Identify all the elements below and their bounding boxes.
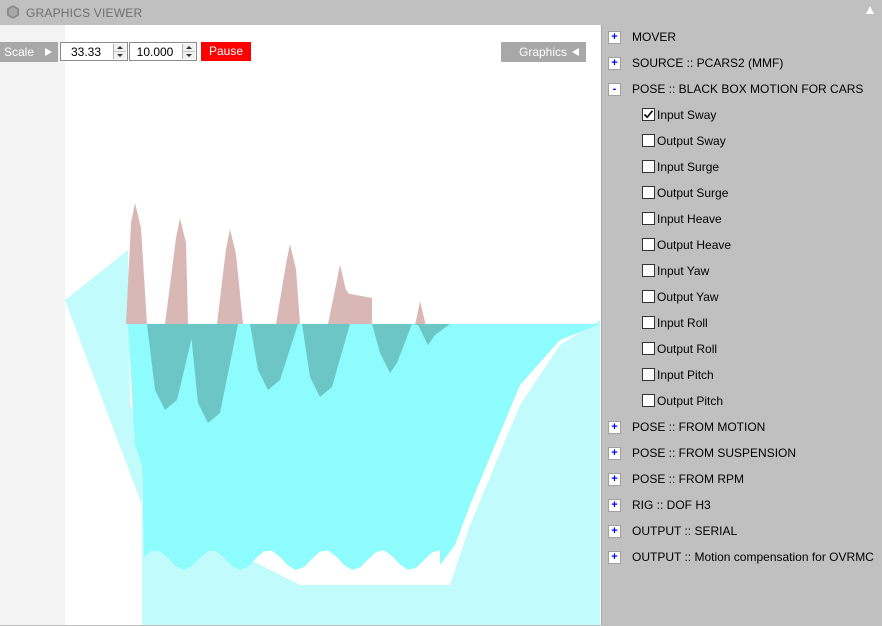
- channel-checkbox-row[interactable]: Input Roll: [602, 311, 882, 337]
- input-sway-peak-2: [217, 229, 243, 324]
- tree-section-label: POSE :: FROM SUSPENSION: [632, 446, 797, 460]
- tree-section-label: OUTPUT :: SERIAL: [632, 524, 738, 538]
- tree-section[interactable]: + MOVER: [602, 25, 882, 51]
- channel-label[interactable]: Output Heave: [657, 238, 731, 252]
- tree-section-label: POSE :: FROM RPM: [632, 472, 745, 486]
- tree-section[interactable]: + RIG :: DOF H3: [602, 493, 882, 519]
- channel-label[interactable]: Output Roll: [657, 342, 717, 356]
- collapse-left-arrow-icon: [572, 48, 579, 56]
- tree-section[interactable]: + OUTPUT :: Motion compensation for OVRMC: [602, 545, 882, 571]
- channel-checkbox[interactable]: [642, 108, 655, 121]
- channel-checkbox[interactable]: [642, 394, 655, 407]
- input-sway-tail: [340, 293, 372, 324]
- expand-icon[interactable]: +: [608, 499, 621, 512]
- spinner-up-icon[interactable]: [183, 44, 195, 52]
- tree-section-label: POSE :: BLACK BOX MOTION FOR CARS: [632, 82, 864, 96]
- motion-plot: [65, 203, 600, 625]
- channel-checkbox[interactable]: [642, 212, 655, 225]
- title-bar: GRAPHICS VIEWER: [0, 0, 882, 25]
- input-sway-peak-1: [165, 218, 188, 324]
- channel-checkbox-row[interactable]: Output Yaw: [602, 285, 882, 311]
- channel-checkbox[interactable]: [642, 290, 655, 303]
- channel-checkbox[interactable]: [642, 342, 655, 355]
- expand-icon[interactable]: +: [608, 421, 621, 434]
- scale-spinner[interactable]: [60, 42, 128, 61]
- channel-checkbox[interactable]: [642, 316, 655, 329]
- time-spinner[interactable]: [129, 42, 197, 61]
- channel-label[interactable]: Output Yaw: [657, 290, 719, 304]
- channel-checkbox[interactable]: [642, 238, 655, 251]
- tree-section-label: POSE :: FROM MOTION: [632, 420, 766, 434]
- spinner-buttons: [113, 44, 126, 59]
- channel-label[interactable]: Output Pitch: [657, 394, 723, 408]
- channel-checkbox-row[interactable]: Input Heave: [602, 207, 882, 233]
- channel-checkbox[interactable]: [642, 134, 655, 147]
- expand-icon[interactable]: +: [608, 447, 621, 460]
- tree-section-label: OUTPUT :: Motion compensation for OVRMC: [632, 550, 874, 564]
- pause-button[interactable]: Pause: [201, 42, 251, 61]
- channel-checkbox[interactable]: [642, 186, 655, 199]
- channel-checkbox-row[interactable]: Input Pitch: [602, 363, 882, 389]
- spinner-down-icon[interactable]: [114, 52, 126, 59]
- scale-toggle[interactable]: Scale: [0, 42, 58, 62]
- app-logo-icon: [7, 5, 19, 19]
- input-sway-peak-0: [126, 203, 147, 324]
- graphics-label: Graphics: [519, 45, 568, 59]
- tree-section[interactable]: - POSE :: BLACK BOX MOTION FOR CARS: [602, 77, 882, 103]
- checkmark-icon: [643, 110, 654, 119]
- channel-checkbox-row[interactable]: Input Surge: [602, 155, 882, 181]
- expand-icon[interactable]: +: [608, 473, 621, 486]
- channel-checkbox-row[interactable]: Output Heave: [602, 233, 882, 259]
- channel-checkbox-row[interactable]: Output Roll: [602, 337, 882, 363]
- window-title: GRAPHICS VIEWER: [26, 6, 143, 20]
- play-arrow-icon: [45, 48, 52, 56]
- channel-checkbox-row[interactable]: Output Surge: [602, 181, 882, 207]
- tree-section-label: RIG :: DOF H3: [632, 498, 711, 512]
- channel-checkbox-row[interactable]: Output Sway: [602, 129, 882, 155]
- tree-section[interactable]: + OUTPUT :: SERIAL: [602, 519, 882, 545]
- collapse-icon[interactable]: -: [608, 83, 621, 96]
- channel-checkbox[interactable]: [642, 160, 655, 173]
- spinner-buttons: [182, 44, 195, 59]
- collapse-panel-button[interactable]: [866, 6, 874, 14]
- channel-label[interactable]: Input Roll: [657, 316, 708, 330]
- channel-tree-panel: + MOVER + SOURCE :: PCARS2 (MMF) - POSE :: BL…: [602, 25, 882, 626]
- input-sway-peak-3: [276, 244, 300, 324]
- spinner-up-icon[interactable]: [114, 44, 126, 52]
- scale-label: Scale: [4, 45, 35, 59]
- expand-icon[interactable]: +: [608, 31, 621, 44]
- expand-icon[interactable]: +: [608, 57, 621, 70]
- spinner-down-icon[interactable]: [183, 52, 195, 59]
- tree-section[interactable]: + POSE :: FROM RPM: [602, 467, 882, 493]
- channel-label[interactable]: Input Sway: [657, 108, 716, 122]
- input-sway-peak-5: [415, 301, 426, 326]
- channel-label[interactable]: Output Surge: [657, 186, 728, 200]
- channel-checkbox-row[interactable]: Input Sway: [602, 103, 882, 129]
- channel-label[interactable]: Output Sway: [657, 134, 726, 148]
- channel-checkbox[interactable]: [642, 264, 655, 277]
- tree-section-label: MOVER: [632, 30, 677, 44]
- expand-icon[interactable]: +: [608, 551, 621, 564]
- channel-checkbox-row[interactable]: Output Pitch: [602, 389, 882, 415]
- expand-icon[interactable]: +: [608, 525, 621, 538]
- graphics-toggle[interactable]: Graphics: [501, 42, 586, 62]
- channel-label[interactable]: Input Yaw: [657, 264, 709, 278]
- tree-section[interactable]: + POSE :: FROM MOTION: [602, 415, 882, 441]
- channel-label[interactable]: Input Surge: [657, 160, 719, 174]
- channel-checkbox[interactable]: [642, 368, 655, 381]
- channel-checkbox-row[interactable]: Input Yaw: [602, 259, 882, 285]
- channel-label[interactable]: Input Heave: [657, 212, 722, 226]
- graph-area: Scale Pause Graphics: [0, 25, 602, 625]
- channel-label[interactable]: Input Pitch: [657, 368, 714, 382]
- tree-section[interactable]: + POSE :: FROM SUSPENSION: [602, 441, 882, 467]
- tree-section-label: SOURCE :: PCARS2 (MMF): [632, 56, 784, 70]
- tree-section[interactable]: + SOURCE :: PCARS2 (MMF): [602, 51, 882, 77]
